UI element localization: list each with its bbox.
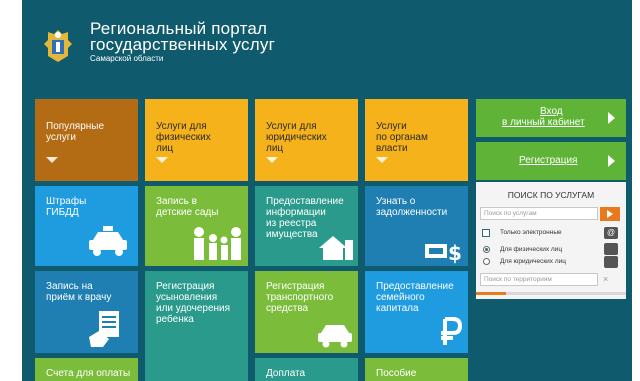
login-label-line2: в личный кабинет <box>502 117 585 128</box>
tile-doctor-appointment[interactable]: Запись на приём к врачу <box>35 271 138 353</box>
search-progress-fill <box>476 292 506 295</box>
tile-label: Запись в детские сады <box>156 196 219 218</box>
tile-label: Услуги по органам власти <box>376 121 428 154</box>
tile-debt-check[interactable]: Узнать о задолженности $ <box>365 186 468 266</box>
legal-entities-label: Для юридических лиц <box>500 258 566 265</box>
tile-payment-bills[interactable]: Счета для оплаты <box>35 358 138 381</box>
tile-label: Популярные услуги <box>46 121 105 143</box>
register-label: Регистрация <box>519 155 578 166</box>
tile-label: Счета для оплаты <box>46 368 131 379</box>
tile-label: Предоставление семейного капитала <box>376 281 454 314</box>
individuals-radio[interactable] <box>483 246 490 253</box>
territory-search-input[interactable]: Поиск по территориям <box>480 273 598 286</box>
briefcase-icon <box>604 256 618 268</box>
tile-traffic-fines[interactable]: Штрафы ГИБДД <box>35 186 138 266</box>
tile-legal-services[interactable]: Услуги для юридических лиц <box>255 99 358 181</box>
police-car-icon <box>89 226 127 256</box>
only-electronic-label: Только электронные <box>500 229 562 236</box>
tile-property-registry[interactable]: Предоставление информации из реестра иму… <box>255 186 358 266</box>
chevron-down-icon <box>376 157 388 163</box>
coat-of-arms-icon <box>44 30 72 62</box>
tile-surcharge[interactable]: Доплата <box>255 358 358 381</box>
search-go-button[interactable] <box>600 207 620 221</box>
portal-region: Самарской области <box>90 54 164 63</box>
arrow-right-icon <box>608 155 615 167</box>
tile-label: Доплата <box>266 368 306 379</box>
tile-label: Штрафы ГИБДД <box>46 196 87 218</box>
search-input[interactable]: Поиск по услугам <box>480 207 598 220</box>
tile-adoption[interactable]: Регистрация усыновления или удочерения р… <box>145 271 248 381</box>
search-panel-title: ПОИСК ПО УСЛУГАМ <box>507 190 595 200</box>
svg-text:$: $ <box>448 241 462 264</box>
arrow-right-icon <box>608 112 615 124</box>
person-icon <box>604 243 618 255</box>
tile-vehicle-registration[interactable]: Регистрация транспортного средства <box>255 271 358 353</box>
tile-kindergarten[interactable]: Запись в детские сады <box>145 186 248 266</box>
document-hand-icon <box>89 311 119 347</box>
tile-label: Запись на приём к врачу <box>46 281 112 303</box>
clear-icon[interactable]: × <box>603 274 608 284</box>
register-button[interactable]: Регистрация <box>476 142 626 180</box>
tile-popular-services[interactable]: Популярные услуги <box>35 99 138 181</box>
ruble-icon <box>441 317 463 345</box>
only-electronic-checkbox[interactable] <box>482 229 490 237</box>
tile-family-capital[interactable]: Предоставление семейного капитала <box>365 271 468 353</box>
tile-individual-services[interactable]: Услуги для физических лиц <box>145 99 248 181</box>
tile-label: Узнать о задолженности <box>376 196 448 218</box>
chevron-down-icon <box>156 157 168 163</box>
page: Региональный портал государственных услу… <box>0 0 640 381</box>
individuals-label: Для физических лиц <box>500 246 563 253</box>
at-icon: @ <box>604 227 618 239</box>
chevron-down-icon <box>46 157 58 163</box>
login-label-line1: Вход <box>540 106 563 117</box>
login-button[interactable]: Вход в личный кабинет <box>476 99 626 137</box>
tile-label: Регистрация усыновления или удочерения р… <box>156 281 231 325</box>
house-icon <box>319 236 353 260</box>
tile-authority-services[interactable]: Услуги по органам власти <box>365 99 468 181</box>
tile-label: Пособие <box>376 368 417 379</box>
tile-allowance[interactable]: Пособие <box>365 358 468 381</box>
portal-subtitle: государственных услуг <box>90 35 275 54</box>
chevron-down-icon <box>266 157 278 163</box>
family-icon <box>194 227 241 260</box>
tile-label: Услуги для юридических лиц <box>266 121 327 154</box>
tile-label: Регистрация транспортного средства <box>266 281 334 314</box>
money-icon: $ <box>425 241 462 264</box>
legal-entities-radio[interactable] <box>483 258 490 265</box>
car-icon <box>318 325 352 348</box>
tile-label: Услуги для физических лиц <box>156 121 211 154</box>
